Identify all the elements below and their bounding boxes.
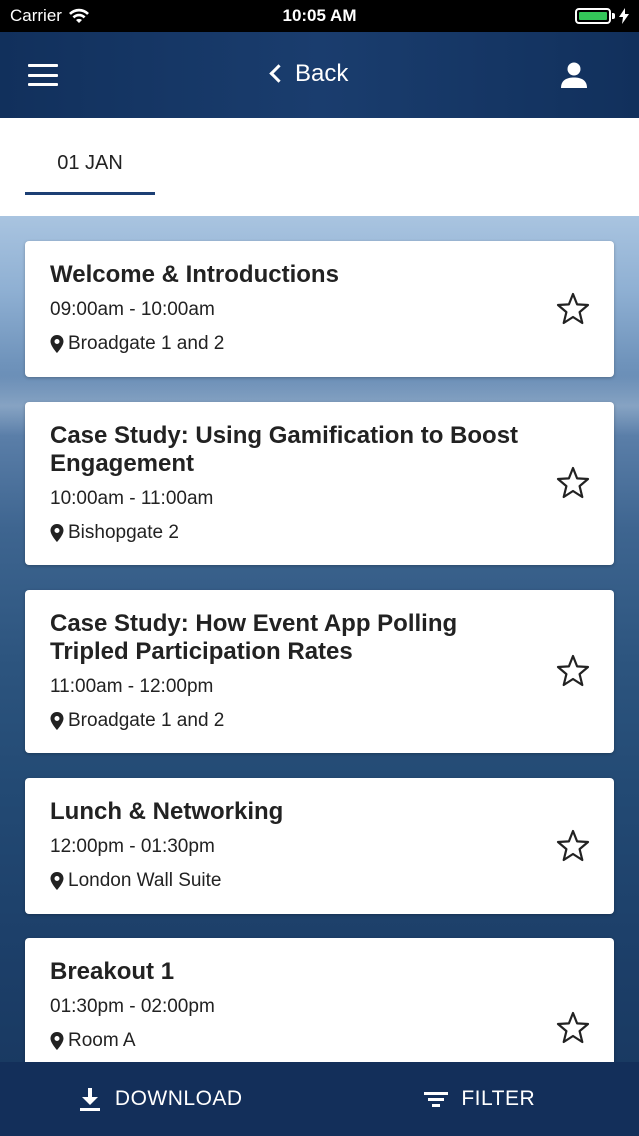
session-location: Broadgate 1 and 2 — [50, 331, 534, 357]
session-location: Bishopgate 2 — [50, 520, 534, 546]
filter-button[interactable]: FILTER — [320, 1062, 639, 1136]
tab-01-jan[interactable]: 01 JAN — [25, 152, 155, 216]
session-location: Broadgate 1 and 2 — [50, 708, 534, 734]
location-label: Broadgate 1 and 2 — [68, 333, 225, 354]
back-label: Back — [295, 60, 349, 87]
filter-icon — [424, 1092, 449, 1107]
session-card[interactable]: Case Study: Using Gamification to Boost … — [25, 402, 614, 565]
location-label: Room A — [68, 1030, 136, 1051]
hamburger-icon-line — [28, 64, 58, 67]
location-pin-icon — [50, 335, 64, 353]
tab-selected-indicator — [25, 192, 155, 195]
menu-button[interactable] — [28, 64, 58, 86]
session-title: Breakout 1 — [50, 958, 175, 985]
wifi-icon — [68, 8, 89, 23]
session-card[interactable]: Lunch & Networking 12:00pm - 01:30pm Lon… — [25, 778, 614, 914]
location-pin-icon — [50, 1032, 64, 1050]
hamburger-icon-line — [28, 73, 58, 77]
session-time: 10:00am - 11:00am — [50, 488, 214, 509]
filter-label: FILTER — [461, 1087, 536, 1110]
session-location: London Wall Suite — [50, 868, 534, 894]
star-icon[interactable] — [556, 466, 590, 500]
download-icon — [79, 1088, 100, 1111]
date-tabs: 01 JAN — [0, 118, 639, 216]
back-button[interactable]: Back — [269, 60, 349, 88]
session-time: 01:30pm - 02:00pm — [50, 996, 215, 1017]
navigation-bar: Back — [0, 32, 639, 118]
star-icon[interactable] — [556, 654, 590, 688]
star-icon[interactable] — [556, 829, 590, 863]
download-label: DOWNLOAD — [114, 1087, 243, 1110]
location-pin-icon — [50, 872, 64, 890]
chevron-left-icon — [269, 63, 288, 83]
download-button[interactable]: DOWNLOAD — [0, 1062, 320, 1136]
session-time: 09:00am - 10:00am — [50, 299, 215, 320]
status-time: 10:05 AM — [282, 6, 357, 25]
star-icon[interactable] — [556, 292, 590, 326]
hamburger-icon-line — [28, 83, 58, 86]
session-title: Case Study: Using Gamification to Boost … — [50, 422, 519, 477]
session-title: Case Study: How Event App Polling Triple… — [50, 610, 458, 665]
location-pin-icon — [50, 712, 64, 730]
carrier-label: Carrier — [10, 6, 62, 25]
location-label: London Wall Suite — [68, 870, 222, 891]
star-icon[interactable] — [556, 1011, 590, 1045]
session-card[interactable]: Breakout 1 01:30pm - 02:00pm Room A — [25, 938, 614, 1062]
status-bar: Carrier 10:05 AM — [0, 0, 639, 32]
session-list: Welcome & Introductions 09:00am - 10:00a… — [0, 216, 639, 1062]
location-label: Bishopgate 2 — [68, 522, 179, 543]
session-time: 12:00pm - 01:30pm — [50, 836, 215, 857]
session-title: Lunch & Networking — [50, 798, 284, 825]
session-title: Welcome & Introductions — [50, 261, 339, 288]
tab-label: 01 JAN — [57, 152, 123, 174]
location-pin-icon — [50, 524, 64, 542]
location-label: Broadgate 1 and 2 — [68, 710, 225, 731]
session-card[interactable]: Case Study: How Event App Polling Triple… — [25, 590, 614, 753]
session-card[interactable]: Welcome & Introductions 09:00am - 10:00a… — [25, 241, 614, 377]
session-location: Room A — [50, 1028, 534, 1054]
bottom-toolbar: DOWNLOAD FILTER — [0, 1062, 639, 1136]
user-icon[interactable] — [559, 60, 589, 90]
charging-icon — [619, 8, 629, 24]
battery-icon — [575, 8, 629, 24]
session-time: 11:00am - 12:00pm — [50, 676, 214, 697]
